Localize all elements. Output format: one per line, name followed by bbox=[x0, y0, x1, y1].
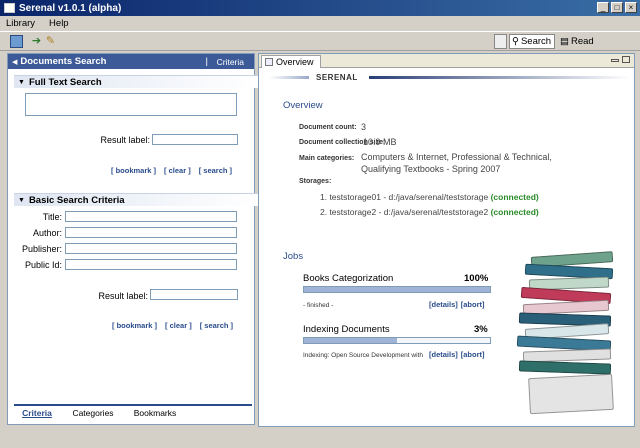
full-text-links: [ bookmark ] [ clear ] [ search ] bbox=[111, 166, 232, 175]
clear-link[interactable]: [ clear ] bbox=[164, 166, 191, 175]
search-link[interactable]: [ search ] bbox=[199, 166, 232, 175]
left-panel-tabs: Criteria Categories Bookmarks bbox=[14, 404, 252, 422]
job-status: - finished - bbox=[303, 302, 334, 309]
header-criteria-link[interactable]: Criteria bbox=[217, 57, 244, 67]
job-links: [details] [abort] bbox=[429, 300, 485, 309]
main-categories-value-2: Qualifying Textbooks - Spring 2007 bbox=[361, 164, 501, 174]
expand-triangle-icon: ▼ bbox=[18, 196, 25, 204]
basic-links: [ bookmark ] [ clear ] [ search ] bbox=[112, 321, 233, 330]
storage-path: 2. teststorage2 - d:/java/serenal/testst… bbox=[320, 207, 489, 217]
title-input[interactable] bbox=[65, 211, 237, 222]
job-percent: 3% bbox=[474, 324, 488, 335]
storages-label: Storages: bbox=[299, 178, 332, 185]
job-percent: 100% bbox=[464, 273, 489, 284]
full-text-result-label-input[interactable] bbox=[152, 134, 238, 145]
documents-search-panel: ◀ Documents Search | Criteria ▼ Full Tex… bbox=[7, 53, 258, 425]
maximize-button[interactable]: □ bbox=[611, 2, 623, 13]
overview-heading: Overview bbox=[283, 100, 323, 111]
job-abort-link[interactable]: [abort] bbox=[461, 350, 485, 359]
expand-triangle-icon: ▼ bbox=[18, 78, 25, 86]
save-icon[interactable] bbox=[10, 35, 23, 48]
overview-panel: Overview SERENAL Overview Document count… bbox=[258, 53, 635, 427]
author-input[interactable] bbox=[65, 227, 237, 238]
storage-item: 2. teststorage2 - d:/java/serenal/testst… bbox=[320, 207, 539, 217]
tab-categories[interactable]: Categories bbox=[64, 406, 122, 422]
search-perspective-icon: ⚲ bbox=[512, 36, 519, 47]
menu-library[interactable]: Library bbox=[6, 18, 35, 29]
job-details-link[interactable]: [details] bbox=[429, 300, 458, 309]
tab-overview[interactable]: Overview bbox=[261, 55, 321, 68]
perspective-search-button[interactable]: ⚲ Search bbox=[509, 34, 555, 49]
bookmark-link[interactable]: [ bookmark ] bbox=[111, 166, 156, 175]
main-categories-label: Main categories: bbox=[299, 155, 355, 162]
job-links: [details] [abort] bbox=[429, 350, 485, 359]
job-abort-link[interactable]: [abort] bbox=[461, 300, 485, 309]
window-title: Serenal v1.0.1 (alpha) bbox=[19, 2, 122, 14]
menu-help[interactable]: Help bbox=[49, 18, 69, 29]
tab-bookmarks[interactable]: Bookmarks bbox=[126, 406, 184, 422]
document-icon bbox=[265, 58, 273, 66]
close-button[interactable]: × bbox=[625, 2, 637, 13]
job-name: Books Categorization bbox=[303, 273, 394, 284]
tab-criteria[interactable]: Criteria bbox=[14, 406, 60, 422]
full-text-input[interactable] bbox=[25, 93, 237, 116]
publisher-input[interactable] bbox=[65, 243, 237, 254]
document-count-label: Document count: bbox=[299, 124, 357, 131]
perspective-read-label: Read bbox=[570, 36, 594, 47]
basic-search-header[interactable]: ▼ Basic Search Criteria bbox=[14, 193, 258, 206]
collapse-arrow-icon[interactable]: ◀ bbox=[12, 58, 17, 66]
header-separator: | bbox=[205, 56, 208, 67]
perspective-menu-icon[interactable] bbox=[494, 34, 507, 49]
panel-header: ◀ Documents Search | Criteria bbox=[8, 54, 254, 69]
full-text-search-header[interactable]: ▼ Full Text Search bbox=[14, 75, 258, 88]
clear-link[interactable]: [ clear ] bbox=[165, 321, 192, 330]
perspective-search-label: Search bbox=[520, 36, 552, 47]
storage-status: (connected) bbox=[490, 207, 539, 217]
job-details-link[interactable]: [details] bbox=[429, 350, 458, 359]
menubar: Library Help bbox=[0, 16, 640, 30]
editor-tabbar: Overview bbox=[259, 54, 634, 68]
minimize-button[interactable]: _ bbox=[597, 2, 609, 13]
job-progress-fill bbox=[304, 338, 397, 343]
collection-size-value: 10.9 MB bbox=[363, 137, 397, 147]
book-stack-illustration bbox=[509, 242, 634, 426]
perspective-read-button[interactable]: ▤ Read bbox=[558, 34, 598, 49]
book-icon: ▤ bbox=[560, 36, 569, 47]
job-status: Indexing: Open Source Development with bbox=[303, 352, 423, 359]
import-arrow-icon[interactable]: ➔ bbox=[30, 35, 43, 48]
job-name: Indexing Documents bbox=[303, 324, 390, 335]
title-label: Title: bbox=[42, 212, 62, 222]
edit-icon[interactable]: ✎ bbox=[44, 35, 57, 48]
maximize-view-icon[interactable] bbox=[622, 56, 630, 63]
job-progress-bar bbox=[303, 337, 491, 344]
storage-status: (connected) bbox=[490, 192, 539, 202]
minimize-view-icon[interactable] bbox=[611, 59, 619, 62]
bookmark-link[interactable]: [ bookmark ] bbox=[112, 321, 157, 330]
app-icon bbox=[4, 3, 15, 13]
main-categories-value-1: Computers & Internet, Professional & Tec… bbox=[361, 152, 552, 162]
result-label-text: Result label: bbox=[100, 135, 150, 145]
job-progress-fill bbox=[304, 287, 490, 292]
storage-path: 1. teststorage01 - d:/java/serenal/tests… bbox=[320, 192, 489, 202]
author-label: Author: bbox=[32, 228, 62, 238]
basic-search-heading: Basic Search Criteria bbox=[28, 194, 125, 206]
public-id-input[interactable] bbox=[65, 259, 237, 270]
document-count-value: 3 bbox=[361, 122, 367, 132]
jobs-heading: Jobs bbox=[283, 251, 304, 262]
toolbar: ➔ ✎ ⚲ Search ▤ Read bbox=[0, 31, 640, 51]
publisher-label: Publisher: bbox=[21, 244, 62, 254]
panel-title: Documents Search bbox=[20, 56, 107, 67]
storage-item: 1. teststorage01 - d:/java/serenal/tests… bbox=[320, 192, 539, 202]
brand-text: SERENAL bbox=[313, 73, 361, 82]
search-link[interactable]: [ search ] bbox=[200, 321, 233, 330]
result-label-text: Result label: bbox=[98, 291, 148, 301]
basic-result-label-input[interactable] bbox=[150, 289, 238, 300]
window-titlebar: Serenal v1.0.1 (alpha) _ □ × bbox=[0, 0, 640, 16]
job-progress-bar bbox=[303, 286, 491, 293]
tab-overview-label: Overview bbox=[276, 57, 314, 67]
public-id-label: Public Id: bbox=[24, 260, 62, 270]
full-text-search-heading: Full Text Search bbox=[28, 76, 102, 88]
